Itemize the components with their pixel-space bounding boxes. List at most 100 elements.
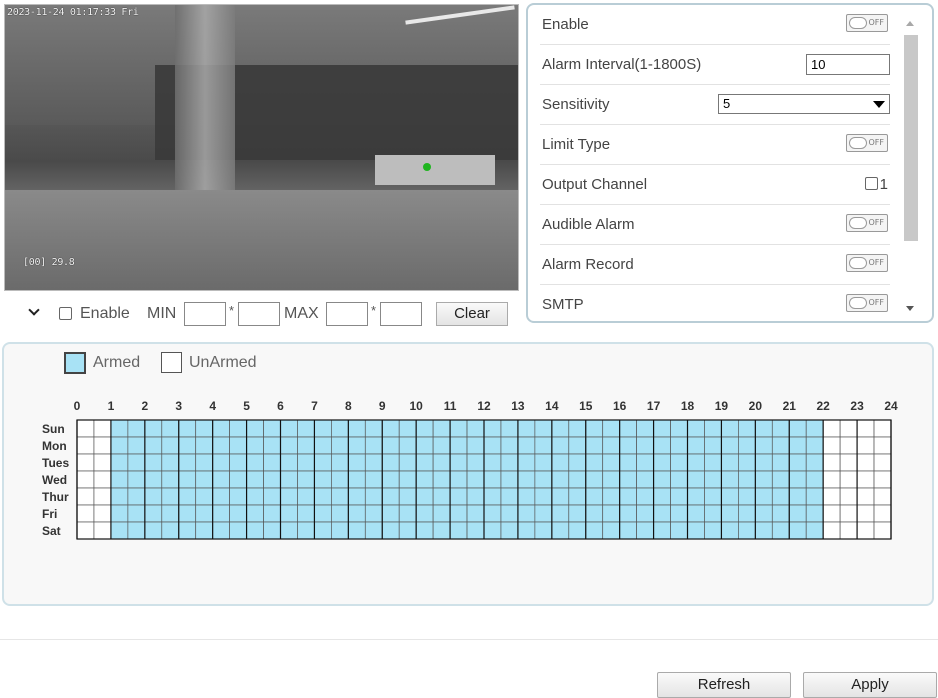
settings-scrollbar[interactable] [902,13,918,317]
schedule-cell[interactable] [839,521,858,540]
schedule-cell[interactable] [466,487,485,506]
schedule-cell[interactable] [347,470,366,489]
schedule-cell[interactable] [873,521,892,540]
schedule-cell[interactable] [127,419,146,438]
schedule-cell[interactable] [788,436,807,455]
schedule-cell[interactable] [517,504,536,523]
schedule-cell[interactable] [856,436,875,455]
schedule-cell[interactable] [517,521,536,540]
schedule-cell[interactable] [805,487,824,506]
schedule-cell[interactable] [280,453,298,472]
schedule-cell[interactable] [212,436,230,455]
schedule-cell[interactable] [331,470,349,489]
schedule-cell[interactable] [500,453,519,472]
schedule-cell[interactable] [517,419,536,438]
schedule-cell[interactable] [229,453,247,472]
schedule-cell[interactable] [738,470,756,489]
schedule-cell[interactable] [381,470,400,489]
schedule-cell[interactable] [568,419,587,438]
apply-button[interactable]: Apply [803,672,937,698]
schedule-cell[interactable] [704,521,722,540]
schedule-cell[interactable] [822,436,841,455]
schedule-cell[interactable] [805,504,824,523]
schedule-cell[interactable] [653,504,671,523]
schedule-cell[interactable] [246,419,264,438]
schedule-cell[interactable] [280,470,298,489]
schedule-cell[interactable] [331,436,349,455]
schedule-cell[interactable] [76,419,95,438]
schedule-cell[interactable] [381,419,400,438]
schedule-cell[interactable] [500,436,519,455]
schedule-cell[interactable] [127,453,146,472]
schedule-cell[interactable] [568,470,587,489]
audible-alarm-toggle[interactable]: OFF [846,214,888,232]
schedule-cell[interactable] [619,453,637,472]
schedule-cell[interactable] [839,487,858,506]
region-select[interactable] [4,302,44,326]
schedule-cell[interactable] [314,521,332,540]
schedule-cell[interactable] [517,487,536,506]
schedule-cell[interactable] [754,453,773,472]
schedule-cell[interactable] [771,504,790,523]
schedule-cell[interactable] [212,504,230,523]
schedule-cell[interactable] [771,521,790,540]
schedule-cell[interactable] [517,470,536,489]
schedule-cell[interactable] [364,487,383,506]
min-width-input[interactable] [184,302,226,326]
schedule-cell[interactable] [314,419,332,438]
schedule-cell[interactable] [585,436,604,455]
schedule-cell[interactable] [364,436,383,455]
schedule-cell[interactable] [331,487,349,506]
schedule-cell[interactable] [246,487,264,506]
schedule-cell[interactable] [636,487,654,506]
schedule-cell[interactable] [178,504,197,523]
schedule-cell[interactable] [246,436,264,455]
schedule-cell[interactable] [500,419,519,438]
scroll-down-arrow-icon[interactable] [906,306,914,311]
schedule-cell[interactable] [297,436,315,455]
schedule-cell[interactable] [297,504,315,523]
schedule-cell[interactable] [178,453,197,472]
schedule-cell[interactable] [738,487,756,506]
schedule-cell[interactable] [398,453,417,472]
schedule-cell[interactable] [347,521,366,540]
schedule-cell[interactable] [670,470,688,489]
schedule-cell[interactable] [93,419,112,438]
schedule-cell[interactable] [415,436,434,455]
schedule-cell[interactable] [771,453,790,472]
schedule-cell[interactable] [839,470,858,489]
max-height-input[interactable] [380,302,422,326]
schedule-cell[interactable] [432,436,451,455]
schedule-cell[interactable] [585,419,604,438]
schedule-cell[interactable] [110,436,129,455]
schedule-cell[interactable] [178,436,197,455]
schedule-cell[interactable] [856,504,875,523]
schedule-cell[interactable] [704,436,722,455]
schedule-cell[interactable] [93,487,112,506]
schedule-cell[interactable] [839,504,858,523]
schedule-cell[interactable] [568,436,587,455]
schedule-cell[interactable] [805,419,824,438]
schedule-cell[interactable] [704,487,722,506]
schedule-cell[interactable] [246,453,264,472]
schedule-cell[interactable] [398,504,417,523]
schedule-cell[interactable] [856,521,875,540]
schedule-cell[interactable] [280,504,298,523]
schedule-cell[interactable] [161,436,180,455]
schedule-grid[interactable]: 0 1 2 3 4 5 6 7 8 9 10 11 12 13 14 15 16 17 18 19 20 21 22 23 24… [4,344,936,608]
schedule-cell[interactable] [398,470,417,489]
schedule-cell[interactable] [856,419,875,438]
schedule-cell[interactable] [246,504,264,523]
schedule-cell[interactable] [585,521,604,540]
schedule-cell[interactable] [602,504,621,523]
schedule-cell[interactable] [229,470,247,489]
schedule-cell[interactable] [347,436,366,455]
schedule-cell[interactable] [144,487,163,506]
schedule-cell[interactable] [195,436,214,455]
schedule-cell[interactable] [297,419,315,438]
schedule-cell[interactable] [873,436,892,455]
scroll-up-arrow-icon[interactable] [906,21,914,26]
schedule-cell[interactable] [687,504,705,523]
schedule-cell[interactable] [212,453,230,472]
schedule-cell[interactable] [229,487,247,506]
